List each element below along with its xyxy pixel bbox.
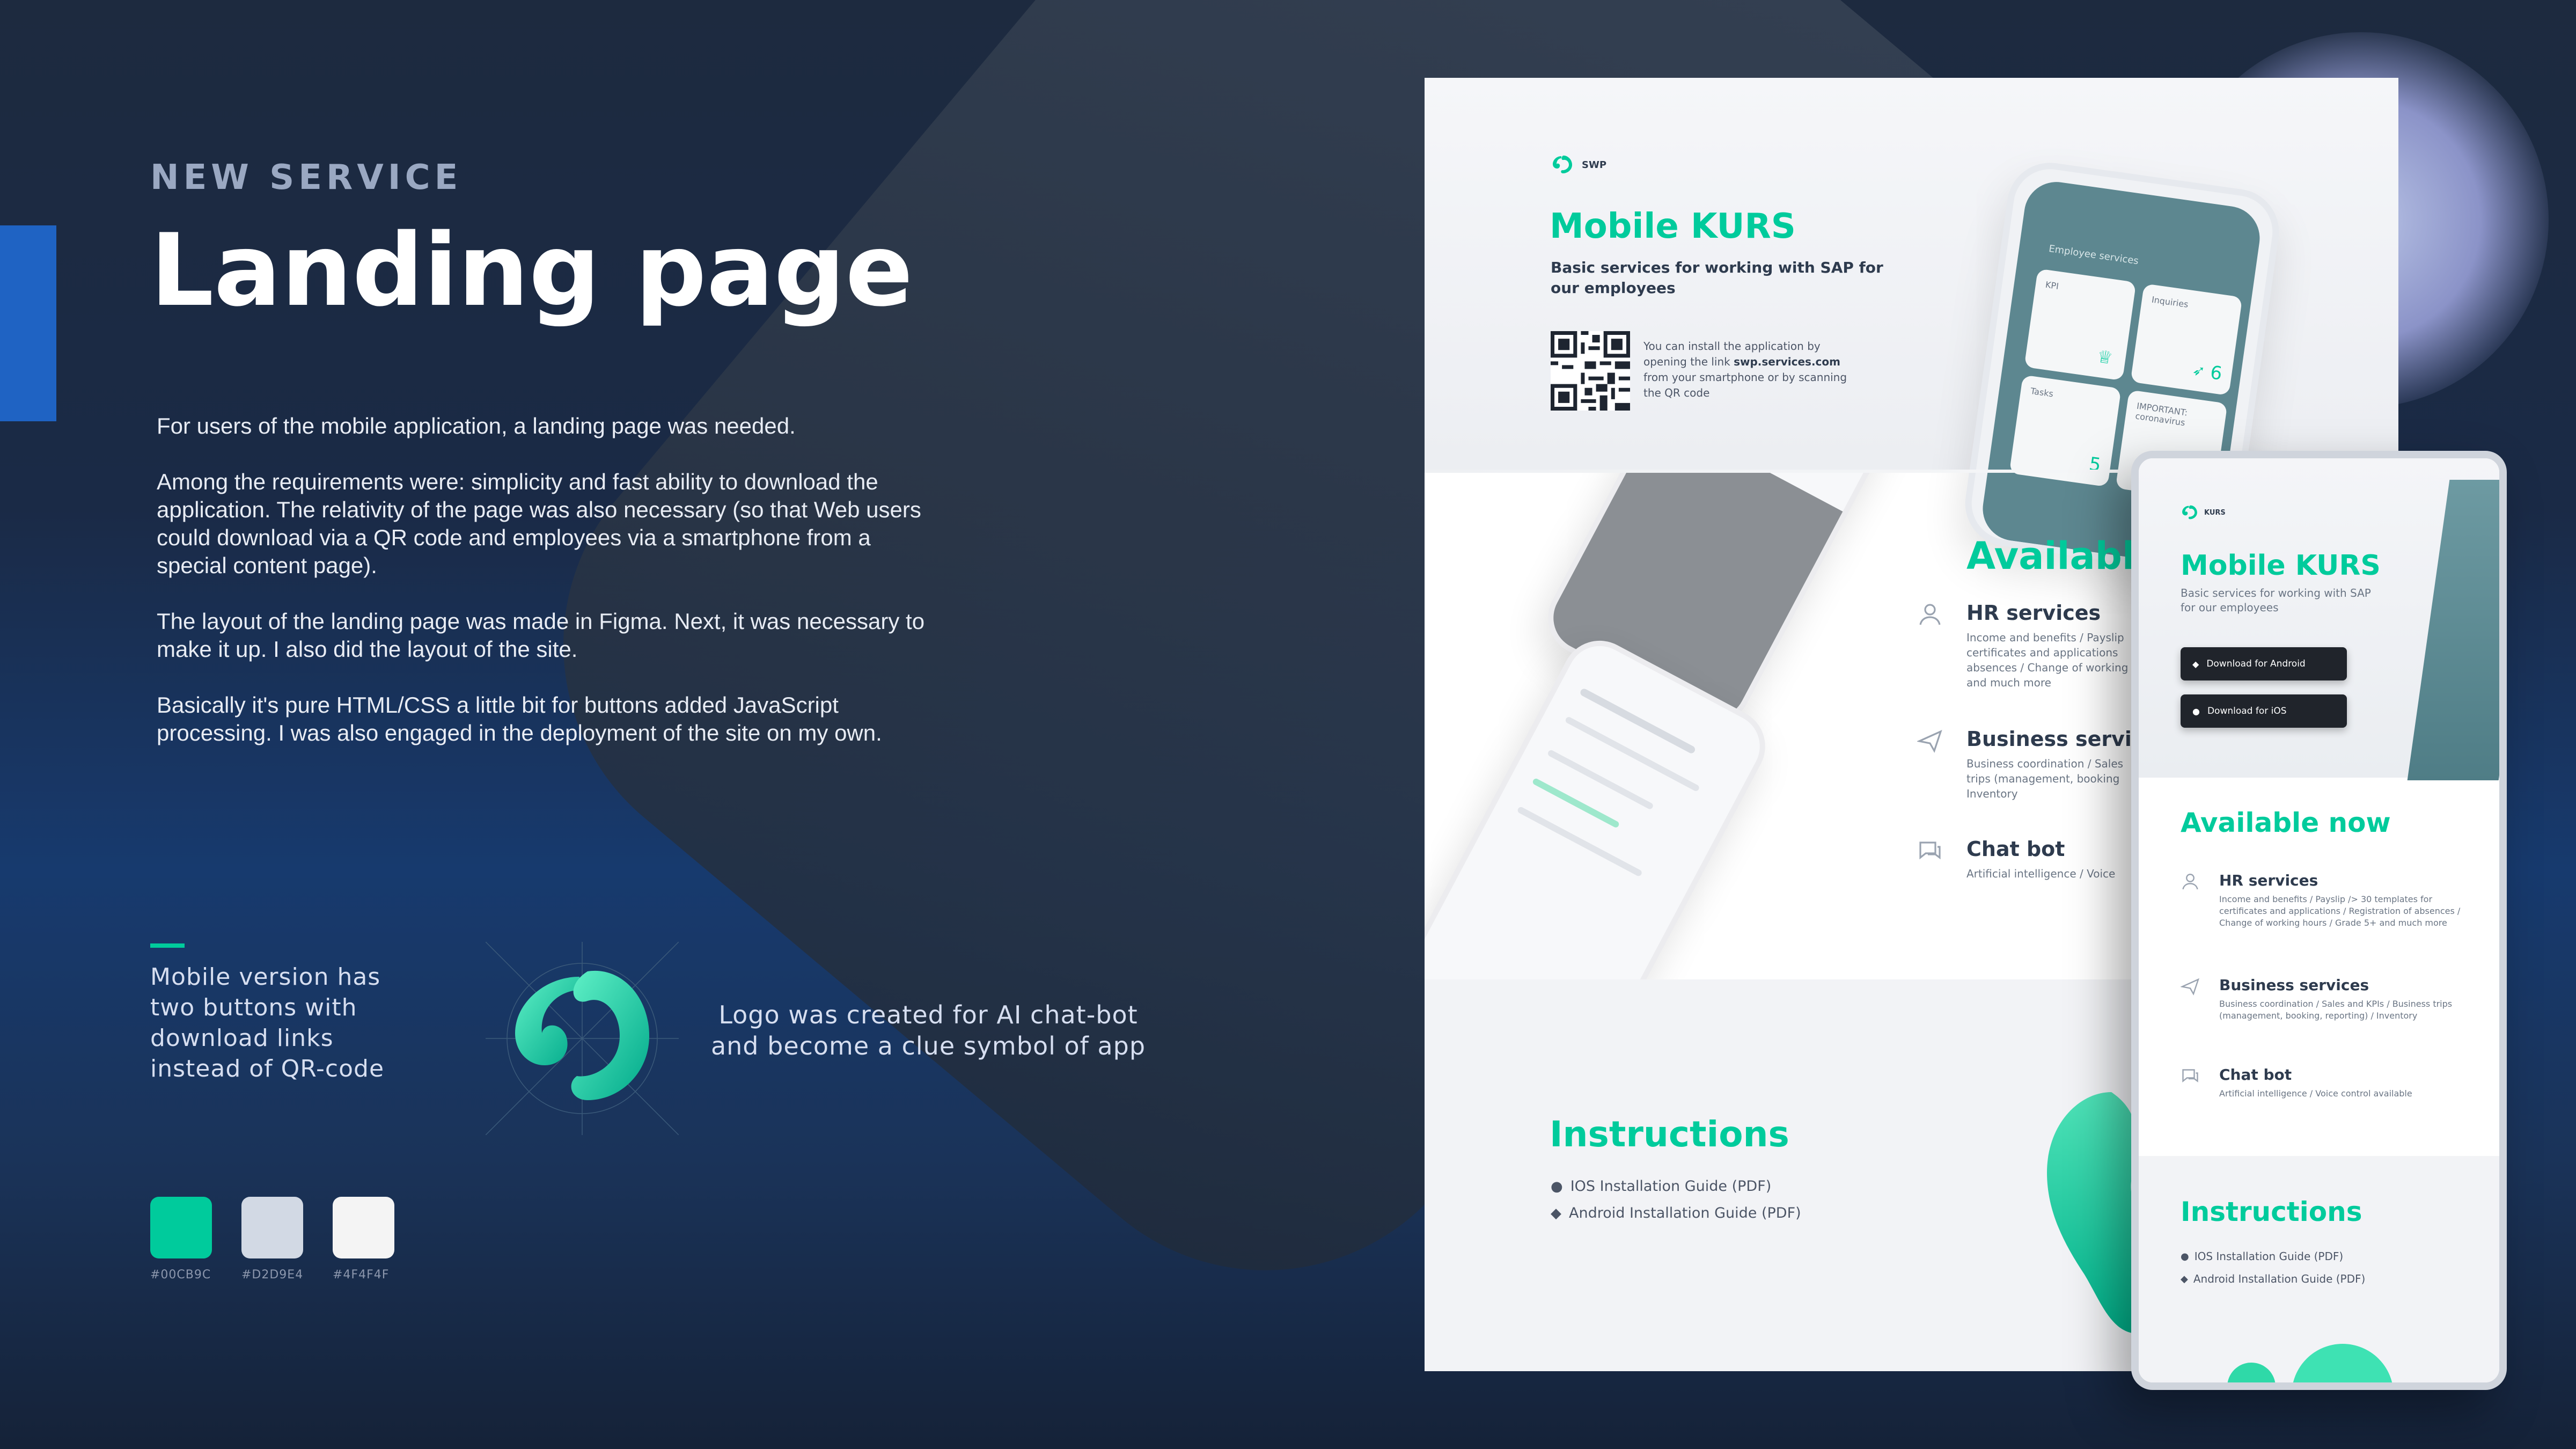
page-title: Landing page — [150, 212, 913, 328]
instructions-title: Instructions — [2181, 1196, 2362, 1227]
button-label: Download for Android — [2206, 658, 2306, 669]
link-text: Android Installation Guide (PDF) — [2193, 1272, 2366, 1285]
download-android-button[interactable]: ◆ Download for Android — [2181, 647, 2347, 680]
service-desc: Income and benefits / Payslip certificat… — [1966, 631, 2129, 689]
form-line — [1516, 806, 1643, 877]
phone-tile: Inquiries 6 ➶ — [2130, 283, 2243, 396]
mobile-mockup: KURS Mobile KURS Basic services for work… — [2131, 451, 2507, 1390]
service-title: HR services — [2219, 872, 2318, 889]
description-paragraph: Among the requirements were: simplicity … — [157, 469, 921, 578]
kurs-logo-icon — [2182, 505, 2197, 519]
service-item[interactable]: Business services Business coordination … — [2181, 976, 2471, 1022]
note-dash — [150, 943, 185, 948]
instructions-title: Instructions — [1550, 1114, 1789, 1155]
accent-bar — [0, 225, 56, 421]
trophy-icon: ♕ — [2096, 346, 2114, 369]
link-text: IOS Installation Guide (PDF) — [1570, 1178, 1772, 1195]
chat-icon — [1919, 841, 1941, 860]
apple-icon: ● — [1551, 1178, 1563, 1195]
form-line — [1564, 715, 1700, 793]
desktop-app-title: Mobile KURS — [1550, 207, 1796, 246]
service-desc: Artificial intelligence / Voice — [1966, 867, 2116, 880]
swatch-item: #D2D9E4 — [241, 1197, 303, 1282]
swatch-label: #00CB9C — [150, 1268, 211, 1282]
service-title: Chat bot — [2219, 1066, 2292, 1084]
swatch-label: #D2D9E4 — [241, 1268, 304, 1282]
phone-tile: KPI ♕ — [2024, 268, 2137, 381]
ios-guide-link[interactable]: ● IOS Installation Guide (PDF) — [2181, 1250, 2343, 1263]
android-icon: ◆ — [2181, 1273, 2188, 1285]
service-desc: Income and benefits / Payslip /> 30 temp… — [2219, 894, 2461, 928]
plane-icon — [1917, 730, 1942, 753]
logo-note: Logo was created for AI chat-bot and bec… — [710, 1000, 1146, 1060]
tile-label: KPI — [2044, 279, 2060, 291]
apple-icon: ● — [2181, 1250, 2189, 1262]
tile-label: IMPORTANT: coronavirus — [2134, 400, 2189, 428]
plane-icon — [2181, 978, 2200, 996]
service-title: Chat bot — [1966, 837, 2065, 861]
android-icon: ◆ — [1551, 1205, 1561, 1221]
form-line — [1579, 687, 1697, 755]
service-title: Business services — [2219, 976, 2369, 994]
mobile-subtitle: Basic services for working with SAP for … — [2181, 587, 2371, 614]
eyebrow-label: NEW SERVICE — [150, 158, 463, 197]
app-logo-construction — [485, 941, 679, 1136]
desktop-logo[interactable]: SWP — [1551, 153, 1606, 177]
ios-guide-link[interactable]: ● IOS Installation Guide (PDF) — [1551, 1178, 1771, 1195]
paper-plane-icon: ➶ — [2191, 361, 2206, 380]
service-item[interactable]: HR services Income and benefits / Paysli… — [1919, 601, 2138, 690]
service-desc: Artificial intelligence / Voice control … — [2219, 1088, 2412, 1099]
chat-icon — [2182, 1069, 2198, 1082]
swatch-item: #4F4F4F — [333, 1197, 394, 1282]
apple-icon: ● — [2192, 706, 2200, 716]
logo-text: SWP — [1582, 159, 1607, 171]
service-item[interactable]: Chat bot Artificial intelligence / Voice… — [2182, 1066, 2471, 1100]
android-guide-link[interactable]: ◆ Android Installation Guide (PDF) — [2181, 1272, 2365, 1285]
decorative-drops-icon — [2227, 1344, 2392, 1382]
description-paragraph: Basically it's pure HTML/CSS a little bi… — [157, 692, 882, 745]
user-icon — [1919, 604, 1941, 625]
qr-instructions: You can install the application by openi… — [1643, 339, 1863, 401]
link-text: IOS Installation Guide (PDF) — [2194, 1250, 2344, 1263]
service-title: Business services — [1966, 727, 2170, 751]
android-guide-link[interactable]: ◆ Android Installation Guide (PDF) — [1551, 1205, 1801, 1221]
tile-label: Inquiries — [2151, 294, 2189, 310]
download-ios-button[interactable]: ● Download for iOS — [2181, 694, 2347, 728]
service-desc: Business coordination / Sales trips (man… — [1966, 757, 2124, 800]
logo-icon — [485, 941, 679, 1136]
qr-text-post: from your smartphone or by scanning the … — [1643, 371, 1847, 399]
swp-logo-icon — [1553, 155, 1572, 173]
desktop-subtitle: Basic services for working with SAP for … — [1551, 259, 1883, 297]
service-item[interactable]: Business services Business coordination … — [1917, 727, 2170, 801]
qr-link[interactable]: swp.services.com — [1734, 355, 1840, 368]
qr-code-icon[interactable] — [1551, 331, 1630, 411]
diagonal-phones — [1425, 473, 1972, 983]
user-icon — [2182, 874, 2198, 890]
mobile-logo[interactable]: KURS — [2181, 503, 2226, 522]
mobile-app-title: Mobile KURS — [2181, 550, 2381, 582]
button-label: Download for iOS — [2207, 706, 2287, 716]
tile-count: 6 — [2208, 362, 2223, 385]
color-palette: #00CB9C #D2D9E4 #4F4F4F — [150, 1197, 394, 1282]
description: For users of the mobile application, a l… — [157, 412, 935, 775]
service-desc: Business coordination / Sales and KPIs /… — [2219, 999, 2453, 1021]
android-icon: ◆ — [2192, 658, 2199, 669]
service-item[interactable]: Chat bot Artificial intelligence / Voice — [1919, 837, 2138, 881]
description-paragraph: The layout of the landing page was made … — [157, 609, 925, 662]
color-swatch — [333, 1197, 394, 1258]
logo-text: KURS — [2204, 508, 2226, 517]
available-title: Available now — [2181, 807, 2391, 838]
swatch-label: #4F4F4F — [333, 1268, 390, 1282]
service-title: HR services — [1966, 601, 2101, 625]
link-text: Android Installation Guide (PDF) — [1569, 1205, 1801, 1221]
color-swatch — [150, 1197, 212, 1258]
mobile-note: Mobile version has two buttons with down… — [150, 963, 385, 1082]
description-paragraph: For users of the mobile application, a l… — [157, 413, 796, 438]
phone-header: Employee services — [2048, 243, 2140, 267]
color-swatch — [241, 1197, 303, 1258]
service-item[interactable]: HR services Income and benefits / Paysli… — [2182, 872, 2471, 929]
tile-label: Tasks — [2030, 385, 2054, 399]
swatch-item: #00CB9C — [150, 1197, 212, 1282]
